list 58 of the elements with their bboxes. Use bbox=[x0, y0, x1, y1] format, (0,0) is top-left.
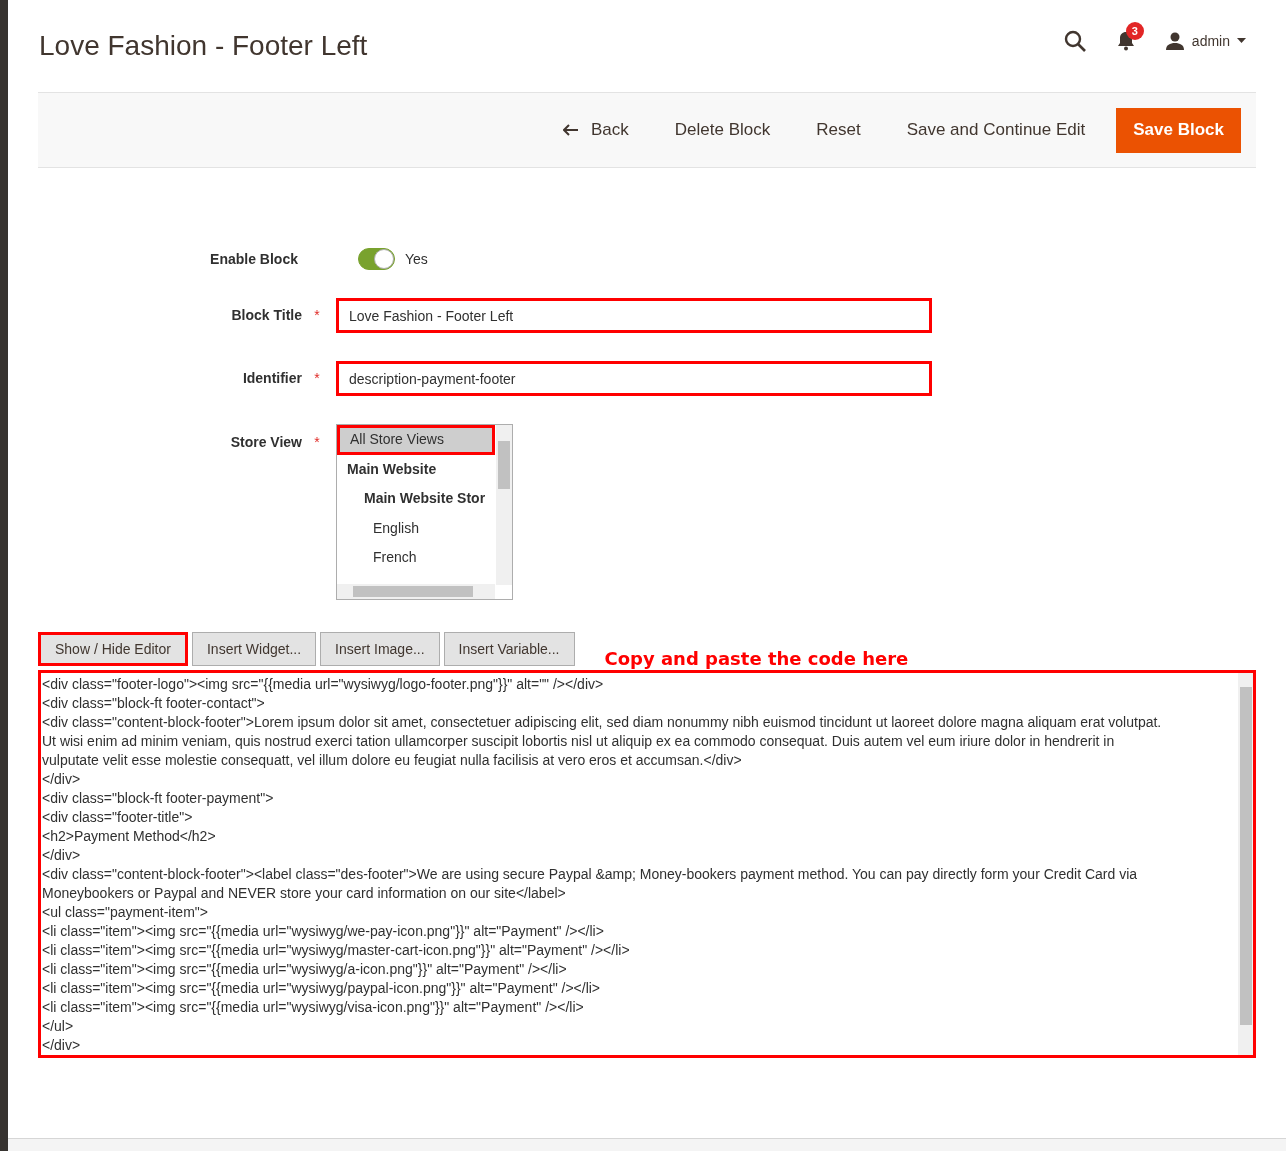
admin-menu[interactable]: admin bbox=[1164, 30, 1246, 52]
editor-button[interactable]: Insert Image... bbox=[320, 632, 440, 666]
code-editor[interactable] bbox=[38, 670, 1256, 1058]
annotation-text: Copy and paste the code here bbox=[604, 647, 909, 671]
store-view-option[interactable]: Main Website bbox=[337, 454, 495, 484]
page-title: Love Fashion - Footer Left bbox=[39, 29, 368, 63]
code-line: <ul class="payment-item"> bbox=[42, 903, 209, 922]
store-view-option[interactable]: Main Website Stor bbox=[337, 484, 495, 514]
toggle-label: Yes bbox=[405, 249, 428, 269]
text-input[interactable]: description-payment-footer bbox=[336, 361, 932, 396]
scrollbar[interactable] bbox=[337, 584, 495, 599]
user-icon bbox=[1164, 32, 1185, 50]
toggle-switch[interactable] bbox=[358, 248, 395, 270]
toolbar-button[interactable]: Delete Block bbox=[659, 107, 786, 153]
field-label: Store View bbox=[230, 433, 302, 452]
store-view-option[interactable]: French bbox=[337, 543, 495, 573]
scrollbar[interactable] bbox=[496, 425, 512, 585]
field-label: Identifier bbox=[242, 369, 302, 388]
required-mark: * bbox=[313, 369, 321, 388]
editor-button[interactable]: Show / Hide Editor bbox=[38, 632, 188, 666]
code-line: Ut wisi enim ad minim veniam, quis nostrud exerci tation ullamcorper suscipit lobortis nisl ut aliquip ex ea commodo consequat. Duis autem vel eum iriure dolor in hendrerit in bbox=[42, 732, 1116, 751]
code-line: <div class="content-block-footer"><label class="des-footer">We are using secure Paypal &amp; Money-bookers payment method. You can pay directly form your Credit Card via bbox=[42, 865, 1139, 884]
editor-button[interactable]: Insert Widget... bbox=[191, 632, 317, 666]
code-line: <h2>Payment Method</h2> bbox=[42, 827, 217, 846]
code-line: <div class="block-ft footer-payment"> bbox=[42, 789, 275, 808]
required-mark: * bbox=[313, 433, 321, 452]
code-line: </ul> bbox=[42, 1017, 75, 1036]
editor-button[interactable]: Insert Variable... bbox=[443, 632, 575, 666]
code-line: </div> bbox=[42, 1036, 82, 1055]
code-line: <div class="footer-logo"><img src="{{media url="wysiwyg/logo-footer.png"}}" alt="" /></div> bbox=[42, 675, 605, 694]
code-line: vulputate velit esse molestie consequatt, vel illum dolore eu feugiat nulla facilisis at vero eros et accumsan.</div> bbox=[42, 751, 743, 770]
code-line: <li class="item"><img src="{{media url="wysiwyg/a-icon.png"}}" alt="Payment" /></li> bbox=[42, 960, 568, 979]
field-label: Block Title bbox=[231, 306, 302, 325]
scrollbar[interactable] bbox=[1238, 673, 1253, 1055]
notification-count: 3 bbox=[1125, 22, 1144, 40]
search-icon[interactable] bbox=[1062, 29, 1087, 53]
field-label: Enable Block bbox=[210, 249, 298, 269]
code-line: <li class="item"><img src="{{media url="wysiwyg/master-cart-icon.png"}}" alt="Payment" /></li> bbox=[42, 941, 631, 960]
code-line: <div class="footer-title"> bbox=[42, 808, 194, 827]
back-button[interactable]: Back bbox=[548, 107, 644, 153]
code-line: <li class="item"><img src="{{media url="wysiwyg/paypal-icon.png"}}" alt="Payment" /></li> bbox=[42, 979, 602, 998]
code-line: <div class="block-ft footer-contact"> bbox=[42, 694, 266, 713]
toolbar-button[interactable]: Reset bbox=[801, 107, 876, 153]
toolbar-button[interactable]: Save and Continue Edit bbox=[891, 107, 1101, 153]
code-line: <li class="item"><img src="{{media url="wysiwyg/visa-icon.png"}}" alt="Payment" /></li> bbox=[42, 998, 585, 1017]
store-view-option[interactable]: All Store Views bbox=[337, 425, 495, 455]
store-view-option[interactable]: English bbox=[337, 513, 495, 543]
code-line: <div class="content-block-footer">Lorem ipsum dolor sit amet, consectetuer adipiscing elit, sed diam nonummy nibh euismod tincidunt ut laoreet dolore magna aliquam erat volutpat. bbox=[42, 713, 1163, 732]
text-input[interactable]: Love Fashion - Footer Left bbox=[336, 298, 932, 333]
arrow-left-icon bbox=[563, 124, 579, 136]
code-line: </div> bbox=[42, 770, 82, 789]
caret-icon bbox=[1237, 38, 1246, 44]
code-line: Moneybookers or Paypal and NEVER store your card information on our site</label> bbox=[42, 884, 567, 903]
save-button[interactable]: Save Block bbox=[1116, 107, 1241, 153]
code-line: </div> bbox=[42, 846, 82, 865]
store-view-list[interactable]: All Store Views Main Website Main Website Stor English French bbox=[336, 424, 513, 600]
required-mark: * bbox=[313, 306, 321, 325]
code-line: <li class="item"><img src="{{media url="wysiwyg/we-pay-icon.png"}}" alt="Payment" /></li> bbox=[42, 922, 605, 941]
